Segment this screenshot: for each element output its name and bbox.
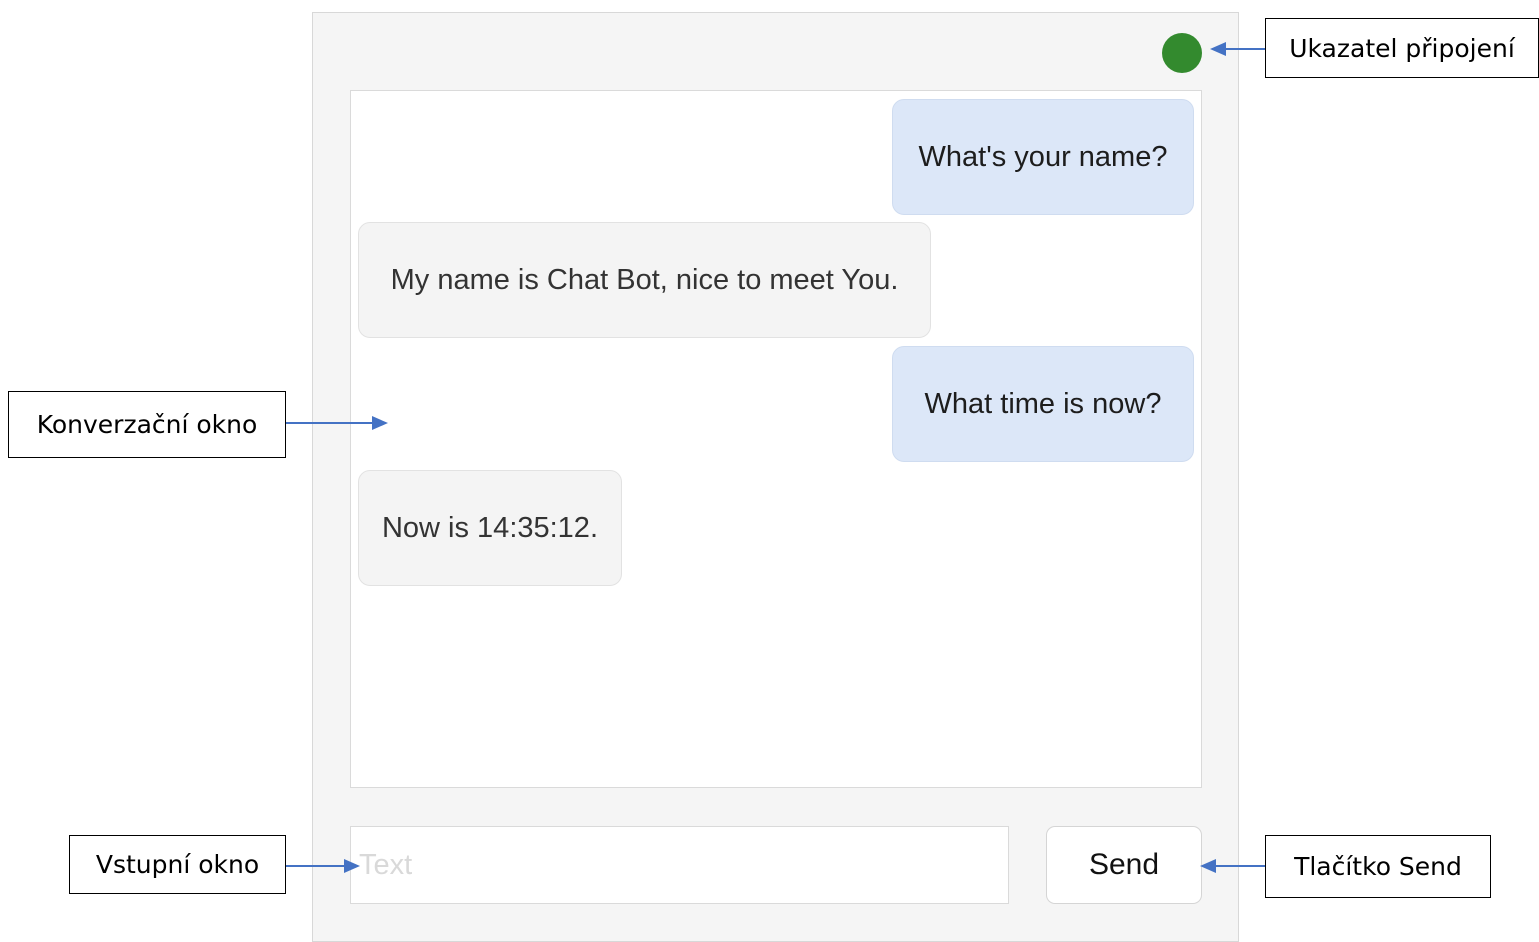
message-text: What time is now?	[924, 387, 1162, 420]
callout-label: Konverzační okno	[36, 410, 258, 439]
message-text: What's your name?	[918, 140, 1168, 173]
bot-message: My name is Chat Bot, nice to meet You.	[358, 222, 931, 338]
callout-label: Tlačítko Send	[1294, 852, 1462, 881]
bot-message: Now is 14:35:12.	[358, 470, 622, 586]
message-text: Now is 14:35:12.	[381, 511, 598, 544]
callout-status-indicator: Ukazatel připojení	[1265, 18, 1539, 78]
callout-label: Vstupní okno	[95, 850, 260, 879]
callout-conversation-window: Konverzační okno	[8, 391, 286, 458]
user-message: What time is now?	[892, 346, 1194, 462]
callout-send-button: Tlačítko Send	[1265, 835, 1491, 898]
message-input[interactable]	[350, 826, 1009, 904]
callout-input-window: Vstupní okno	[69, 835, 286, 894]
callout-label: Ukazatel připojení	[1289, 33, 1515, 63]
message-text: My name is Chat Bot, nice to meet You.	[390, 263, 899, 296]
user-message: What's your name?	[892, 99, 1194, 215]
connection-status-indicator	[1162, 33, 1202, 73]
send-button[interactable]: Send	[1046, 826, 1202, 904]
